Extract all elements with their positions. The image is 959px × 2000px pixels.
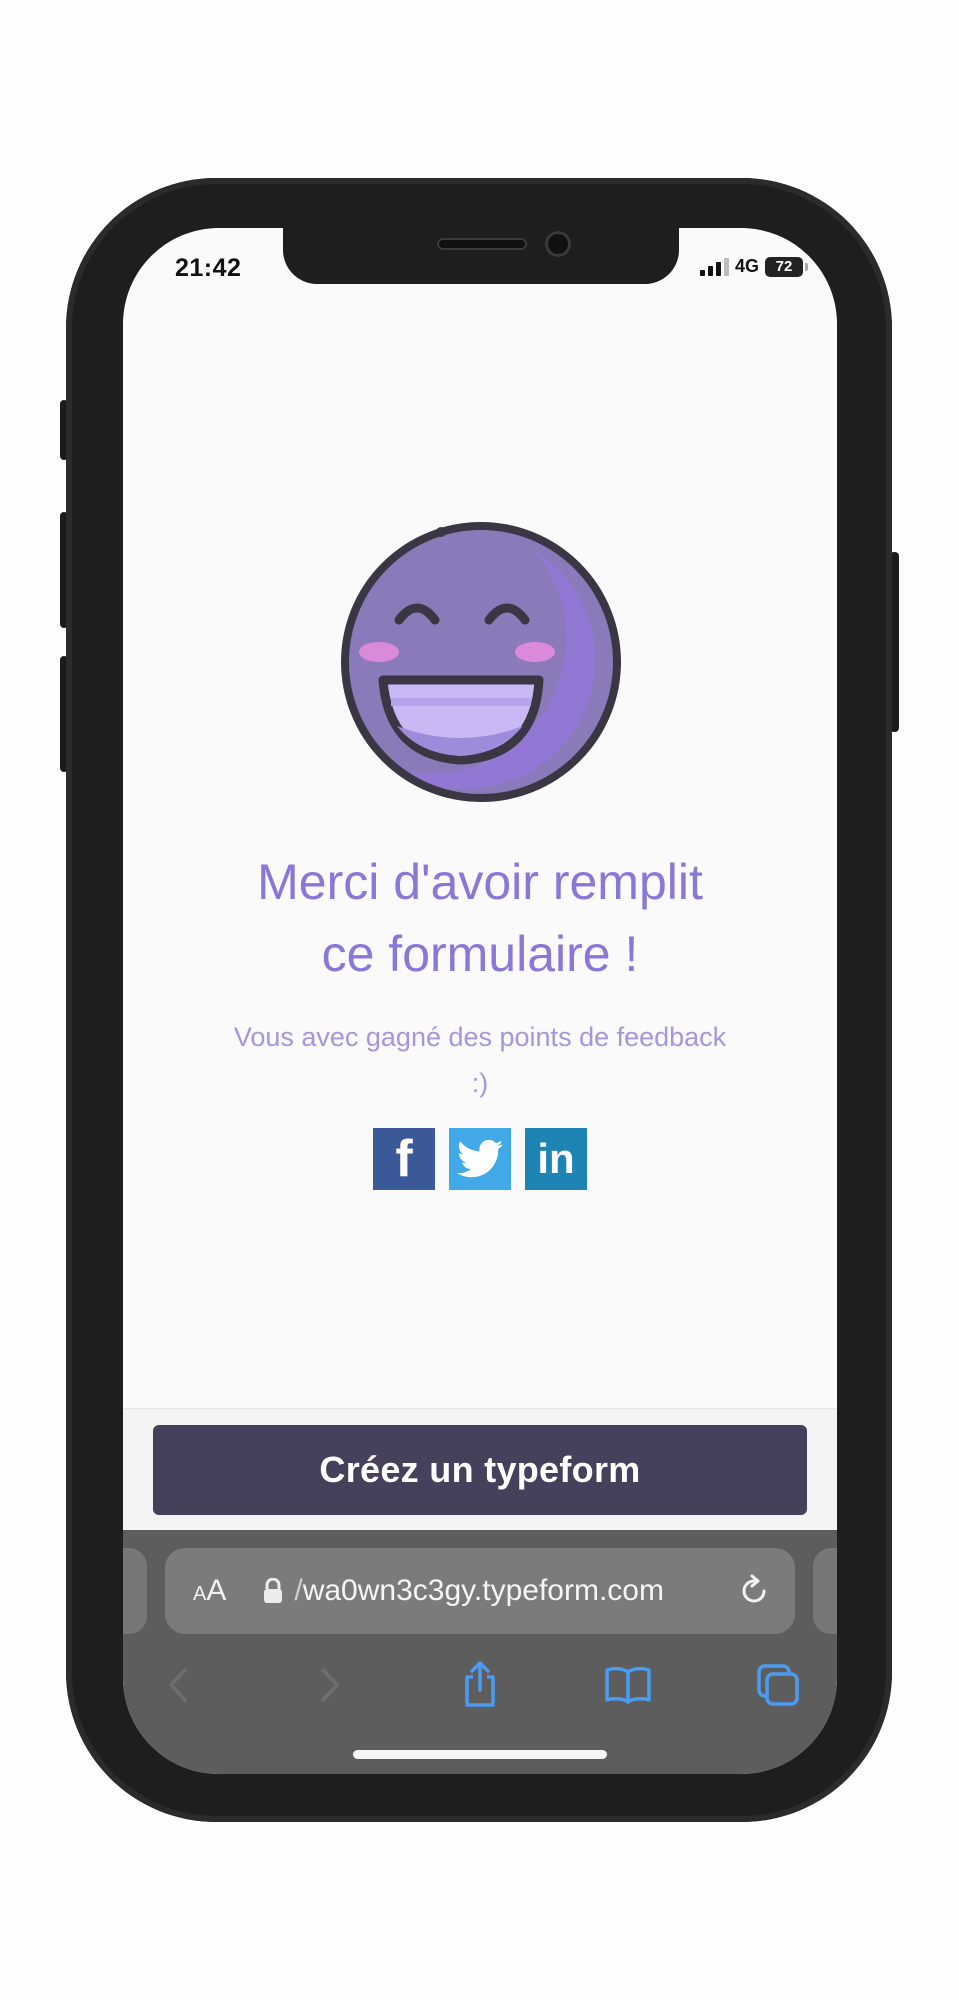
url-text: /wa0wn3c3gy.typeform.com (294, 1574, 664, 1607)
signal-strength-icon (699, 257, 729, 276)
facebook-share-button[interactable]: f (373, 1128, 435, 1190)
subtitle-line-2: :) (471, 1068, 489, 1098)
lock-icon (264, 1578, 283, 1603)
status-indicators: 4G 72 (699, 256, 808, 277)
linkedin-share-button[interactable]: in (525, 1128, 587, 1190)
title-line-2: ce formulaire ! (321, 926, 639, 982)
text-size-button[interactable]: AA (193, 1574, 226, 1608)
happy-face-icon (341, 522, 621, 802)
share-icon[interactable] (455, 1660, 505, 1710)
forward-arrow-icon[interactable] (303, 1660, 353, 1710)
back-arrow-icon[interactable] (155, 1660, 205, 1710)
facebook-icon: f (395, 1130, 413, 1188)
bookmarks-icon[interactable] (603, 1660, 653, 1710)
social-share-buttons: f in (373, 1128, 587, 1190)
home-indicator[interactable] (353, 1750, 607, 1759)
battery-level: 72 (775, 258, 793, 275)
status-time: 21:42 (175, 254, 242, 282)
thank-you-title: Merci d'avoir remplit ce formulaire ! (163, 846, 797, 990)
title-line-1: Merci d'avoir remplit (257, 854, 703, 910)
network-type: 4G (734, 256, 759, 276)
browser-nav-row (123, 1650, 837, 1720)
front-camera (545, 231, 571, 257)
address-bar[interactable]: AA /wa0wn3c3gy.typeform.com (165, 1548, 795, 1634)
reload-icon[interactable] (737, 1574, 771, 1608)
phone-screen: 21:42 4G 72 Merci d'avoir remplit ce for… (123, 228, 837, 1774)
cta-footer: Créez un typeform (123, 1408, 837, 1531)
create-typeform-button[interactable]: Créez un typeform (153, 1425, 807, 1515)
device-mockup: 21:42 4G 72 Merci d'avoir remplit ce for… (0, 0, 959, 2000)
feedback-subtitle: Vous avec gagné des points de feedback :… (183, 1014, 777, 1106)
subtitle-line-1: Vous avec gagné des points de feedback (233, 1022, 727, 1052)
next-tab-peek[interactable] (813, 1548, 837, 1634)
linkedin-icon: in (537, 1135, 575, 1182)
speaker-grille (437, 238, 527, 250)
battery-icon: 72 (765, 256, 808, 277)
previous-tab-peek[interactable] (123, 1548, 147, 1634)
tabs-icon[interactable] (753, 1660, 803, 1710)
twitter-bird-icon (457, 1139, 503, 1178)
twitter-share-button[interactable] (449, 1128, 511, 1190)
browser-toolbar: AA /wa0wn3c3gy.typeform.com (123, 1530, 837, 1774)
notch (283, 228, 679, 284)
